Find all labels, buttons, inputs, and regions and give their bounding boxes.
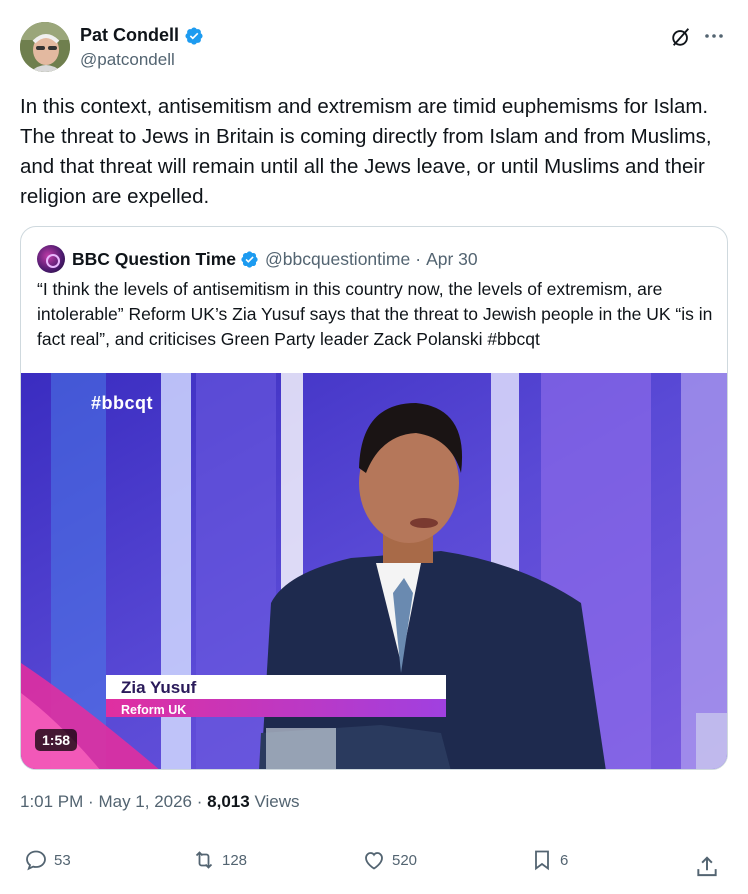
bookmark-icon <box>535 850 549 871</box>
video-caption-role: Reform UK <box>121 703 187 717</box>
verified-badge-icon <box>185 26 203 45</box>
like-count: 520 <box>392 851 418 869</box>
reply-button[interactable]: 53 <box>24 848 71 872</box>
video-duration-badge: 1:58 <box>35 729 78 751</box>
views-count: 8,013 <box>207 792 250 811</box>
separator-dot: · <box>415 248 422 269</box>
like-button[interactable]: 520 <box>362 848 417 872</box>
tweet-text: In this context, antisemitism and extrem… <box>20 95 712 208</box>
quoted-author-avatar[interactable] <box>37 245 65 273</box>
quoted-author-handle[interactable]: @bbcquestiontime <box>265 249 410 270</box>
quoted-tweet[interactable]: BBC Question Time @bbcquestiontime · Apr… <box>20 226 728 770</box>
quoted-tweet-date[interactable]: Apr 30 <box>426 249 478 270</box>
more-options-icon[interactable] <box>702 24 726 48</box>
verified-badge-icon <box>241 250 258 268</box>
grok-icon[interactable] <box>670 26 692 48</box>
quoted-author-name[interactable]: BBC Question Time <box>72 249 236 270</box>
share-icon[interactable] <box>694 854 720 880</box>
repost-icon <box>195 851 213 869</box>
author-avatar[interactable] <box>20 22 70 72</box>
video-hashtag-overlay: #bbcqt <box>91 393 154 413</box>
reply-count: 53 <box>54 851 71 869</box>
tweet-time[interactable]: 1:01 PM <box>20 792 83 811</box>
bookmark-count: 6 <box>560 851 569 869</box>
heart-icon <box>365 852 383 870</box>
video-caption-name: Zia Yusuf <box>121 678 197 697</box>
reply-icon <box>26 850 46 871</box>
action-bar: 53 128 520 6 <box>0 848 748 884</box>
repost-count: 128 <box>222 851 248 869</box>
separator-dot: · <box>88 792 94 811</box>
bookmark-button[interactable]: 6 <box>530 848 568 872</box>
author-handle[interactable]: @patcondell <box>80 50 175 70</box>
views-label: Views <box>254 792 300 811</box>
quoted-tweet-header: BBC Question Time @bbcquestiontime · Apr… <box>37 245 478 273</box>
tweet-header: Pat Condell @patcondell <box>20 22 728 74</box>
video-player[interactable]: #bbcqt Zia Yusuf Reform UK 1:58 <box>21 373 727 769</box>
separator-dot: · <box>196 792 203 811</box>
author-display-name[interactable]: Pat Condell <box>80 25 179 46</box>
repost-button[interactable]: 128 <box>192 848 247 872</box>
quoted-tweet-text: “I think the levels of antisemitism in t… <box>37 279 713 349</box>
tweet-date[interactable]: May 1, 2026 <box>98 792 192 811</box>
author-name-row: Pat Condell <box>80 25 204 46</box>
tweet-meta: 1:01 PM · May 1, 2026 · 8,013 Views <box>20 792 299 812</box>
